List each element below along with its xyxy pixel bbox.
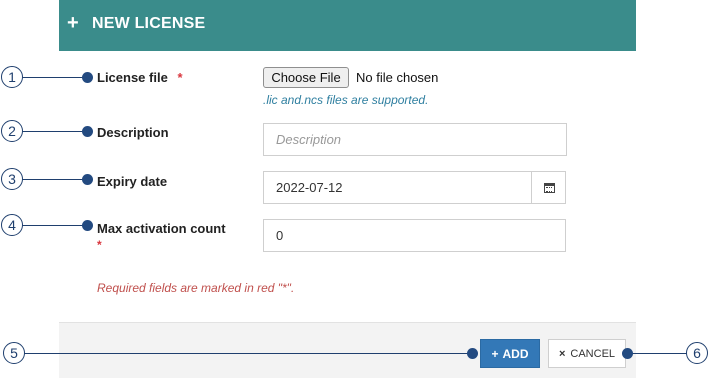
cancel-button[interactable]: × CANCEL [548, 339, 626, 368]
calendar-button[interactable] [531, 171, 567, 204]
file-type-hint: .lic and.ncs files are supported. [263, 93, 429, 107]
description-label: Description [97, 125, 169, 140]
callout-line-1 [22, 77, 88, 79]
add-button[interactable]: + ADD [480, 339, 540, 368]
callout-dot-6 [622, 348, 633, 359]
callout-4: 4 [1, 214, 23, 236]
callout-dot-5 [467, 348, 478, 359]
dialog-title: NEW LICENSE [92, 15, 206, 32]
callout-dot-4 [82, 220, 93, 231]
plus-icon: + [491, 346, 499, 361]
callout-line-6 [628, 353, 688, 355]
description-input[interactable]: Description [263, 123, 567, 156]
cancel-button-label: CANCEL [570, 347, 616, 360]
required-mark: * [97, 238, 102, 252]
description-placeholder: Description [276, 132, 342, 147]
callout-dot-2 [82, 126, 93, 137]
max-activation-label: Max activation count * [97, 221, 226, 252]
callout-6: 6 [686, 342, 708, 364]
expiry-date-input[interactable]: 2022-07-12 [263, 171, 566, 204]
plus-icon: + [67, 12, 79, 34]
callout-line-2 [22, 131, 88, 133]
callout-line-3 [22, 179, 88, 181]
required-fields-note: Required fields are marked in red "*". [97, 281, 295, 295]
new-license-dialog: + NEW LICENSE License file * Choose File… [59, 0, 636, 378]
close-icon: × [558, 347, 566, 360]
callout-dot-1 [82, 72, 93, 83]
max-activation-input[interactable]: 0 [263, 219, 566, 252]
choose-file-button[interactable]: Choose File [263, 67, 349, 88]
dialog-header: + NEW LICENSE [59, 0, 636, 51]
required-mark: * [177, 70, 183, 85]
license-file-label: License file * [97, 70, 183, 85]
file-status-text: No file chosen [356, 70, 439, 85]
callout-line-4 [22, 225, 88, 227]
expiry-date-value: 2022-07-12 [276, 180, 343, 195]
dialog-footer: + ADD × CANCEL [59, 322, 636, 378]
expiry-date-label: Expiry date [97, 174, 168, 189]
calendar-icon [544, 182, 555, 193]
callout-1: 1 [1, 66, 23, 88]
add-button-label: ADD [502, 346, 529, 361]
max-activation-value: 0 [276, 228, 284, 243]
callout-dot-3 [82, 174, 93, 185]
callout-line-5 [24, 353, 474, 355]
callout-5: 5 [3, 342, 25, 364]
callout-2: 2 [1, 120, 23, 142]
callout-3: 3 [1, 168, 23, 190]
